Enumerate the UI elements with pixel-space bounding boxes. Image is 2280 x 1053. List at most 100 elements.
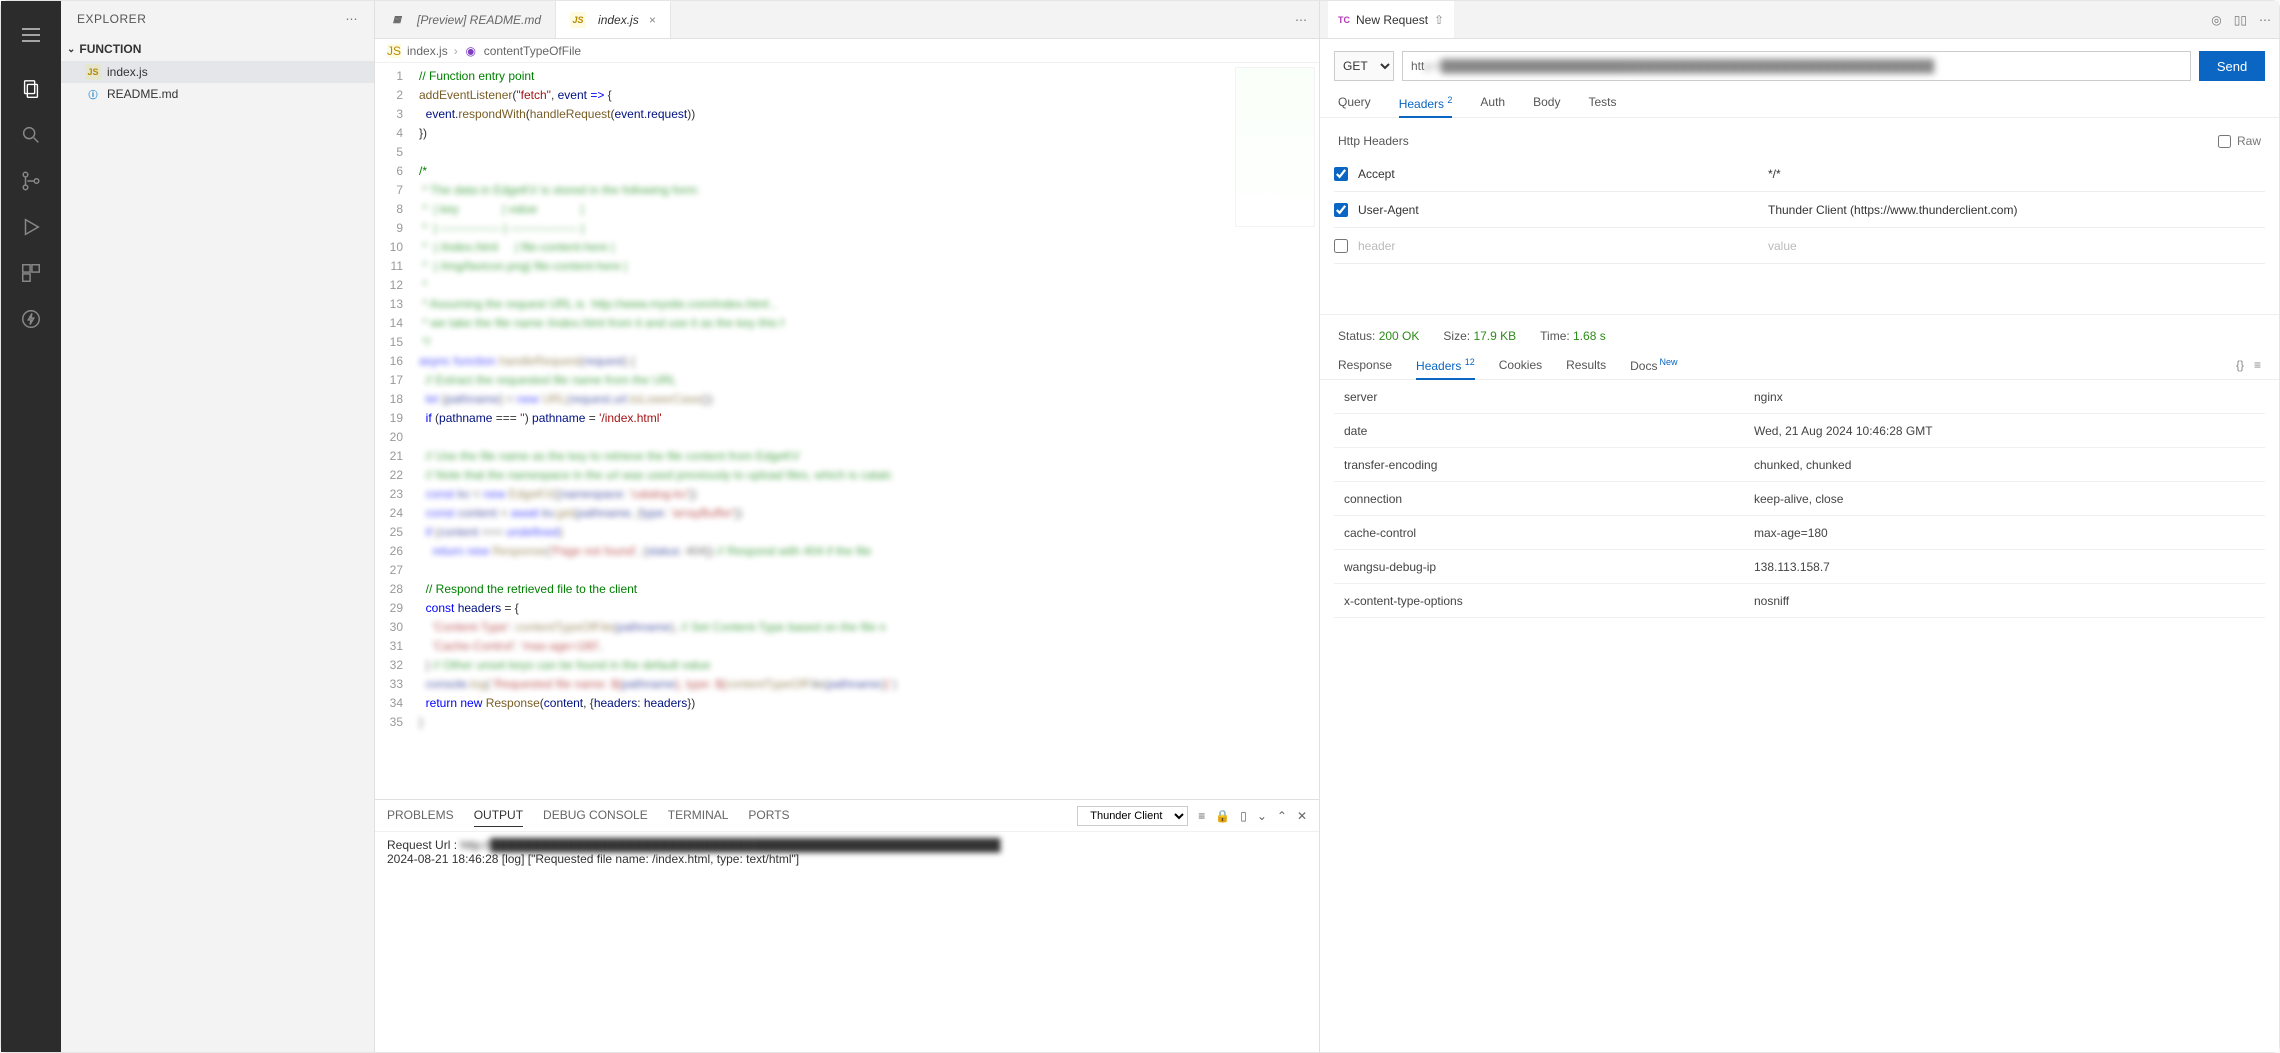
filter-icon[interactable]: ≡	[1198, 809, 1205, 823]
code-line[interactable]: * | key | value |	[419, 200, 584, 219]
resp-tab-response[interactable]: Response	[1338, 352, 1392, 378]
code-line[interactable]: * | /index.html | file-content-here |	[419, 238, 614, 257]
code-line[interactable]: */	[419, 333, 430, 352]
code-line[interactable]: // Extract the requested file name from …	[419, 371, 676, 390]
header-checkbox[interactable]	[1334, 239, 1348, 253]
resp-tab-docs[interactable]: DocsNew	[1630, 351, 1677, 379]
code-line[interactable]: const kv = new EdgeKV({namespace: 'catal…	[419, 485, 697, 504]
code-editor[interactable]: 1// Function entry point2addEventListene…	[375, 63, 1319, 799]
breadcrumbs[interactable]: JS index.js › ◉ contentTypeOfFile	[375, 39, 1319, 63]
minimap[interactable]	[1235, 67, 1315, 227]
braces-icon[interactable]: {}	[2236, 358, 2244, 372]
line-number: 17	[375, 371, 419, 390]
code-line[interactable]: })	[419, 124, 427, 143]
tabs-more-icon[interactable]: ⋯	[1295, 13, 1307, 27]
header-checkbox[interactable]	[1334, 167, 1348, 181]
thunder-icon[interactable]	[17, 305, 45, 333]
panel-tab-problems[interactable]: PROBLEMS	[387, 804, 454, 827]
panel-tab-terminal[interactable]: TERMINAL	[668, 804, 729, 827]
code-line[interactable]: 'Content-Type': contentTypeOfFile(pathna…	[419, 618, 886, 637]
line-number: 13	[375, 295, 419, 314]
extensions-icon[interactable]	[17, 259, 45, 287]
url-input[interactable]: http://█████████████████████████████████…	[1402, 51, 2191, 81]
code-line[interactable]: * | --------------- | ----------------- …	[419, 219, 584, 238]
code-line[interactable]: *	[419, 276, 427, 295]
panel-tab-output[interactable]: OUTPUT	[474, 804, 523, 827]
line-number: 23	[375, 485, 419, 504]
source-control-icon[interactable]	[17, 167, 45, 195]
header-name[interactable]: User-Agent	[1358, 203, 1758, 217]
search-icon[interactable]	[17, 121, 45, 149]
split-icon[interactable]: ▯▯	[2234, 13, 2247, 27]
folder-name: FUNCTION	[79, 42, 141, 56]
code-line[interactable]: * Assuming the request URL is http://www…	[419, 295, 775, 314]
req-tab-body[interactable]: Body	[1533, 89, 1560, 117]
code-line[interactable]: if (pathname === '') pathname = '/index.…	[419, 409, 662, 428]
code-line[interactable]: // Respond the retrieved file to the cli…	[419, 580, 637, 599]
code-line[interactable]: }	[419, 713, 423, 732]
http-method-select[interactable]: GETPOSTPUTPATCHDELETE	[1334, 51, 1394, 81]
lock-icon[interactable]: 🔒	[1215, 809, 1230, 823]
folder-header[interactable]: ⌄ FUNCTION	[61, 37, 374, 61]
file-README-md[interactable]: ⓘREADME.md	[61, 83, 374, 105]
menu-icon[interactable]	[1, 13, 61, 57]
close-panel-icon[interactable]: ✕	[1297, 809, 1307, 823]
req-tab-query[interactable]: Query	[1338, 89, 1371, 117]
code-line[interactable]: let {pathname} = new URL(request.url.toL…	[419, 390, 713, 409]
req-tab-headers[interactable]: Headers 2	[1399, 89, 1453, 117]
code-line[interactable]: // Note that the namespace in the url wa…	[419, 466, 892, 485]
list-icon[interactable]: ≡	[2254, 358, 2261, 372]
line-number: 25	[375, 523, 419, 542]
code-line[interactable]: console.log(`Requested file name: ${path…	[419, 675, 897, 694]
header-checkbox[interactable]	[1334, 203, 1348, 217]
code-line[interactable]: 'Cache-Control': 'max-age=180',	[419, 637, 603, 656]
file-index-js[interactable]: JSindex.js	[61, 61, 374, 83]
code-line[interactable]: return new Response(content, {headers: h…	[419, 694, 695, 713]
close-tab-icon[interactable]: ×	[649, 13, 656, 27]
pin-icon[interactable]: ⇧	[1434, 13, 1444, 27]
code-line[interactable]: addEventListener("fetch", event => {	[419, 86, 612, 105]
code-line[interactable]: * we take the file name /index.html from…	[419, 314, 784, 333]
output-channel-select[interactable]: Thunder Client	[1077, 806, 1188, 826]
header-value-placeholder[interactable]: value	[1768, 239, 2265, 253]
code-line[interactable]: // Function entry point	[419, 67, 534, 86]
header-name-placeholder[interactable]: header	[1358, 239, 1758, 253]
sidebar-more-icon[interactable]: ⋯	[346, 12, 359, 26]
clear-icon[interactable]: ▯	[1240, 809, 1247, 823]
header-value[interactable]: Thunder Client (https://www.thunderclien…	[1768, 203, 2265, 217]
code-line[interactable]: event.respondWith(handleRequest(event.re…	[419, 105, 695, 124]
header-value[interactable]: */*	[1768, 167, 2265, 181]
code-line[interactable]: async function handleRequest(request) {	[419, 352, 635, 371]
compare-icon[interactable]: ◎	[2211, 13, 2221, 27]
tab-index-js[interactable]: JSindex.js×	[556, 1, 671, 38]
output-content[interactable]: Request Url : http://███████████████████…	[375, 832, 1319, 1052]
req-tab-tests[interactable]: Tests	[1588, 89, 1616, 117]
code-line[interactable]: return new Response('Page not found', {s…	[419, 542, 871, 561]
resp-tab-cookies[interactable]: Cookies	[1499, 352, 1542, 378]
code-line[interactable]: * | /img/favicon.png| file-content-here …	[419, 257, 627, 276]
run-icon[interactable]	[17, 213, 45, 241]
header-name[interactable]: Accept	[1358, 167, 1758, 181]
req-tab-auth[interactable]: Auth	[1480, 89, 1505, 117]
raw-checkbox[interactable]	[2218, 135, 2231, 148]
code-line[interactable]: if (content === undefined)	[419, 523, 563, 542]
resp-tab-results[interactable]: Results	[1566, 352, 1606, 378]
chevron-up-icon[interactable]: ⌃	[1277, 809, 1287, 823]
raw-toggle[interactable]: Raw	[2218, 134, 2261, 148]
code-line[interactable]: const content = await kv.get(pathname, {…	[419, 504, 742, 523]
response-header-row: cache-controlmax-age=180	[1334, 516, 2265, 550]
more-icon[interactable]: ⋯	[2259, 13, 2271, 27]
code-line[interactable]: const headers = {	[419, 599, 519, 618]
thunder-tab[interactable]: TC New Request ⇧	[1328, 1, 1454, 38]
code-line[interactable]: /*	[419, 162, 427, 181]
explorer-icon[interactable]	[17, 75, 45, 103]
code-line[interactable]: // Use the file name as the key to retri…	[419, 447, 800, 466]
code-line[interactable]: * The data in EdgeKV is stored in the fo…	[419, 181, 700, 200]
panel-tab-debug-console[interactable]: DEBUG CONSOLE	[543, 804, 648, 827]
resp-tab-headers[interactable]: Headers 12	[1416, 351, 1475, 379]
tab--preview-readme-md[interactable]: ▦[Preview] README.md	[375, 1, 556, 38]
chevron-down-icon[interactable]: ⌄	[1257, 809, 1267, 823]
send-button[interactable]: Send	[2199, 51, 2265, 81]
panel-tab-ports[interactable]: PORTS	[748, 804, 789, 827]
code-line[interactable]: } // Other unset keys can be found in th…	[419, 656, 711, 675]
